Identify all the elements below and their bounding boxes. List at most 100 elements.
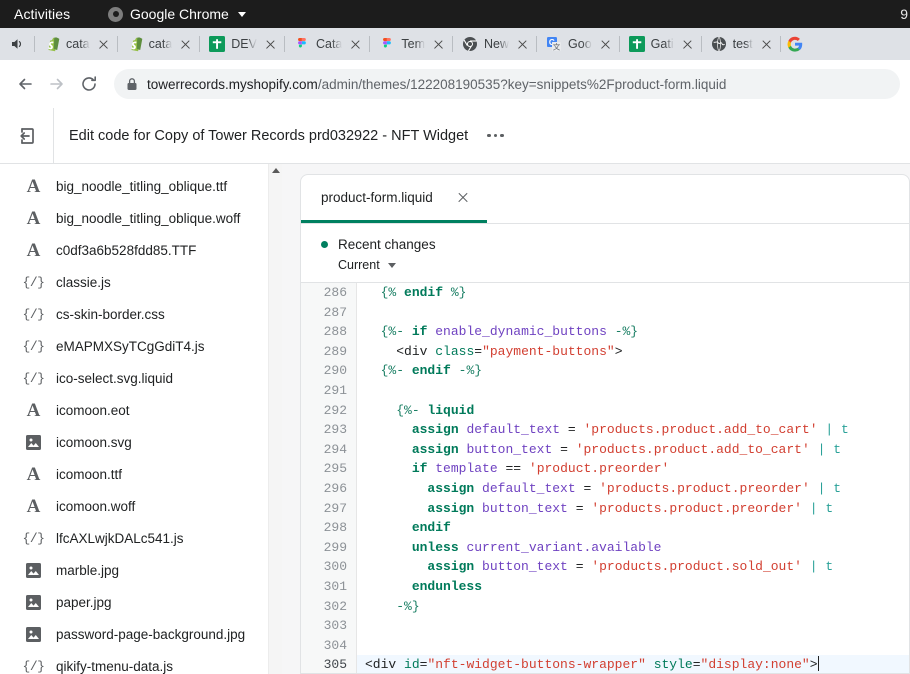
browser-tab[interactable]: Gati: [620, 28, 701, 60]
code-line[interactable]: if template == 'product.preorder': [365, 459, 909, 479]
close-icon[interactable]: [96, 37, 111, 52]
code-line[interactable]: endif: [365, 518, 909, 538]
code-lines[interactable]: {% endif %} {%- if enable_dynamic_button…: [357, 283, 909, 674]
file-list-item[interactable]: {/}lfcAXLwjkDALc541.js: [0, 522, 282, 554]
browser-tab[interactable]: test: [702, 28, 780, 60]
active-app-menu[interactable]: Google Chrome: [108, 0, 246, 28]
reload-button[interactable]: [74, 69, 104, 99]
code-token: [365, 540, 412, 555]
browser-tab[interactable]: G文Goo: [537, 28, 619, 60]
file-list-item[interactable]: paper.jpg: [0, 586, 282, 618]
page-header: Edit code for Copy of Tower Records prd0…: [0, 108, 910, 164]
code-token: <div: [396, 344, 435, 359]
code-line[interactable]: {%- liquid: [365, 401, 909, 421]
address-bar[interactable]: towerrecords.myshopify.com/admin/themes/…: [114, 69, 900, 99]
file-list-item[interactable]: {/}qikify-tmenu-data.js: [0, 650, 282, 674]
file-list-item[interactable]: {/}eMAPMXSyTCgGdiT4.js: [0, 330, 282, 362]
code-line[interactable]: assign button_text = 'products.product.a…: [365, 440, 909, 460]
browser-tab[interactable]: Cata: [285, 28, 369, 60]
line-number: 302: [301, 597, 347, 617]
version-select[interactable]: Current: [338, 258, 909, 272]
code-token: assign: [412, 422, 459, 437]
code-line[interactable]: [365, 381, 909, 401]
code-line[interactable]: assign button_text = 'products.product.s…: [365, 557, 909, 577]
file-name-label: big_noodle_titling_oblique.ttf: [56, 179, 227, 194]
browser-tab[interactable]: [781, 28, 803, 60]
browser-tab-title: cata: [149, 37, 173, 51]
file-list-item[interactable]: Aicomoon.woff: [0, 490, 282, 522]
code-line[interactable]: assign default_text = 'products.product.…: [365, 420, 909, 440]
close-icon[interactable]: [457, 192, 469, 204]
code-line[interactable]: <div class="payment-buttons">: [365, 342, 909, 362]
scroll-up-arrow-icon[interactable]: [272, 168, 280, 173]
code-line[interactable]: assign default_text = 'products.product.…: [365, 479, 909, 499]
code-line[interactable]: [365, 616, 909, 636]
close-icon[interactable]: [348, 37, 363, 52]
browser-tab[interactable]: cata: [35, 28, 117, 60]
close-icon[interactable]: [680, 37, 695, 52]
code-token: [365, 501, 427, 516]
browser-tab[interactable]: New: [453, 28, 536, 60]
browser-toolbar: towerrecords.myshopify.com/admin/themes/…: [0, 60, 910, 108]
line-number: 292: [301, 401, 347, 421]
code-token: =: [474, 344, 482, 359]
code-token: [365, 559, 427, 574]
code-token: endif: [412, 363, 451, 378]
file-list-item[interactable]: password-page-background.jpg: [0, 618, 282, 650]
code-line[interactable]: assign button_text = 'products.product.p…: [365, 499, 909, 519]
close-icon[interactable]: [598, 37, 613, 52]
os-clock[interactable]: 9: [900, 0, 908, 28]
code-line[interactable]: -%}: [365, 597, 909, 617]
close-icon[interactable]: [515, 37, 530, 52]
file-list-item[interactable]: icomoon.svg: [0, 426, 282, 458]
editor-tab-product-form[interactable]: product-form.liquid: [301, 175, 487, 223]
file-list-item[interactable]: {/}ico-select.svg.liquid: [0, 362, 282, 394]
code-line[interactable]: {%- if enable_dynamic_buttons -%}: [365, 322, 909, 342]
browser-tab[interactable]: DEV: [200, 28, 284, 60]
browser-tab[interactable]: Tem: [370, 28, 452, 60]
code-token: endunless: [412, 579, 482, 594]
browser-tab-title: New: [484, 37, 509, 51]
code-token: 'products.product.preorder': [591, 501, 802, 516]
code-token: [568, 442, 576, 457]
code-line[interactable]: unless current_variant.available: [365, 538, 909, 558]
code-token: [474, 501, 482, 516]
code-line[interactable]: [365, 303, 909, 323]
file-list-item[interactable]: {/}cs-skin-border.css: [0, 298, 282, 330]
close-icon[interactable]: [431, 37, 446, 52]
code-token: {%-: [396, 403, 419, 418]
more-actions-button[interactable]: [485, 130, 506, 142]
exit-code-editor-button[interactable]: [0, 108, 54, 163]
sidebar-scrollbar[interactable]: [268, 164, 282, 674]
file-list-item[interactable]: Aicomoon.ttf: [0, 458, 282, 490]
code-line[interactable]: endunless: [365, 577, 909, 597]
code-line[interactable]: {%- endif -%}: [365, 361, 909, 381]
page-title: Edit code for Copy of Tower Records prd0…: [69, 128, 468, 144]
file-list-item[interactable]: Ac0df3a6b528fdd85.TTF: [0, 234, 282, 266]
status-dot-icon: [321, 241, 328, 248]
file-list-item[interactable]: marble.jpg: [0, 554, 282, 586]
back-button[interactable]: [10, 69, 40, 99]
file-list-item[interactable]: Aicomoon.eot: [0, 394, 282, 426]
browser-tab[interactable]: cata: [118, 28, 200, 60]
file-list-item[interactable]: Abig_noodle_titling_oblique.ttf: [0, 170, 282, 202]
file-list-item[interactable]: Abig_noodle_titling_oblique.woff: [0, 202, 282, 234]
code-token: [560, 422, 568, 437]
figma-icon: [294, 36, 310, 52]
code-line[interactable]: {% endif %}: [365, 283, 909, 303]
code-line[interactable]: [365, 636, 909, 656]
file-name-label: big_noodle_titling_oblique.woff: [56, 211, 240, 226]
close-icon[interactable]: [759, 37, 774, 52]
code-line[interactable]: <div id="nft-widget-buttons-wrapper" sty…: [357, 655, 909, 674]
code-token: assign: [412, 442, 459, 457]
file-list-item[interactable]: {/}classie.js: [0, 266, 282, 298]
code-token: |: [810, 501, 818, 516]
close-icon[interactable]: [178, 37, 193, 52]
close-icon[interactable]: [263, 37, 278, 52]
editor-tab-row: product-form.liquid: [301, 175, 909, 224]
code-file-icon: {/}: [24, 529, 43, 548]
activities-button[interactable]: Activities: [14, 6, 70, 22]
code-token: [568, 501, 576, 516]
file-name-label: paper.jpg: [56, 595, 112, 610]
code-editor[interactable]: 2862872882892902912922932942952962972982…: [301, 283, 909, 674]
